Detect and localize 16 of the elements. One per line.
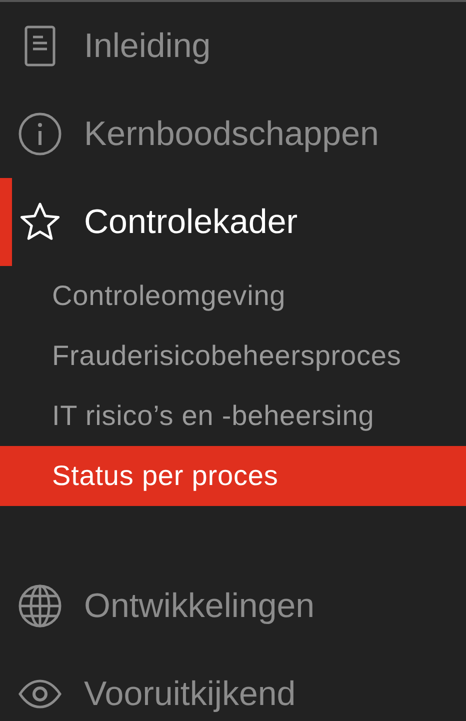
nav-label: Vooruitkijkend — [84, 674, 296, 714]
nav-item[interactable]: Inleiding — [0, 2, 466, 90]
nav-label: Inleiding — [84, 26, 211, 66]
nav-item[interactable]: Ontwikkelingen — [0, 562, 466, 650]
nav-label: Kernboodschappen — [84, 114, 379, 154]
nav-item[interactable]: Kernboodschappen — [0, 90, 466, 178]
nav-label: Ontwikkelingen — [84, 586, 315, 626]
subnav-item[interactable]: Status per proces — [0, 446, 466, 506]
nav-item[interactable]: Controlekader — [0, 178, 466, 266]
info-icon — [18, 112, 62, 156]
subnav-item[interactable]: Controleomgeving — [0, 266, 466, 326]
nav-item[interactable]: Vooruitkijkend — [0, 650, 466, 721]
nav-label: Controlekader — [84, 202, 298, 242]
subnav-item[interactable]: IT risico’s en -beheersing — [0, 386, 466, 446]
subnav-item[interactable]: Frauderisicobeheersproces — [0, 326, 466, 386]
globe-icon — [18, 584, 62, 628]
